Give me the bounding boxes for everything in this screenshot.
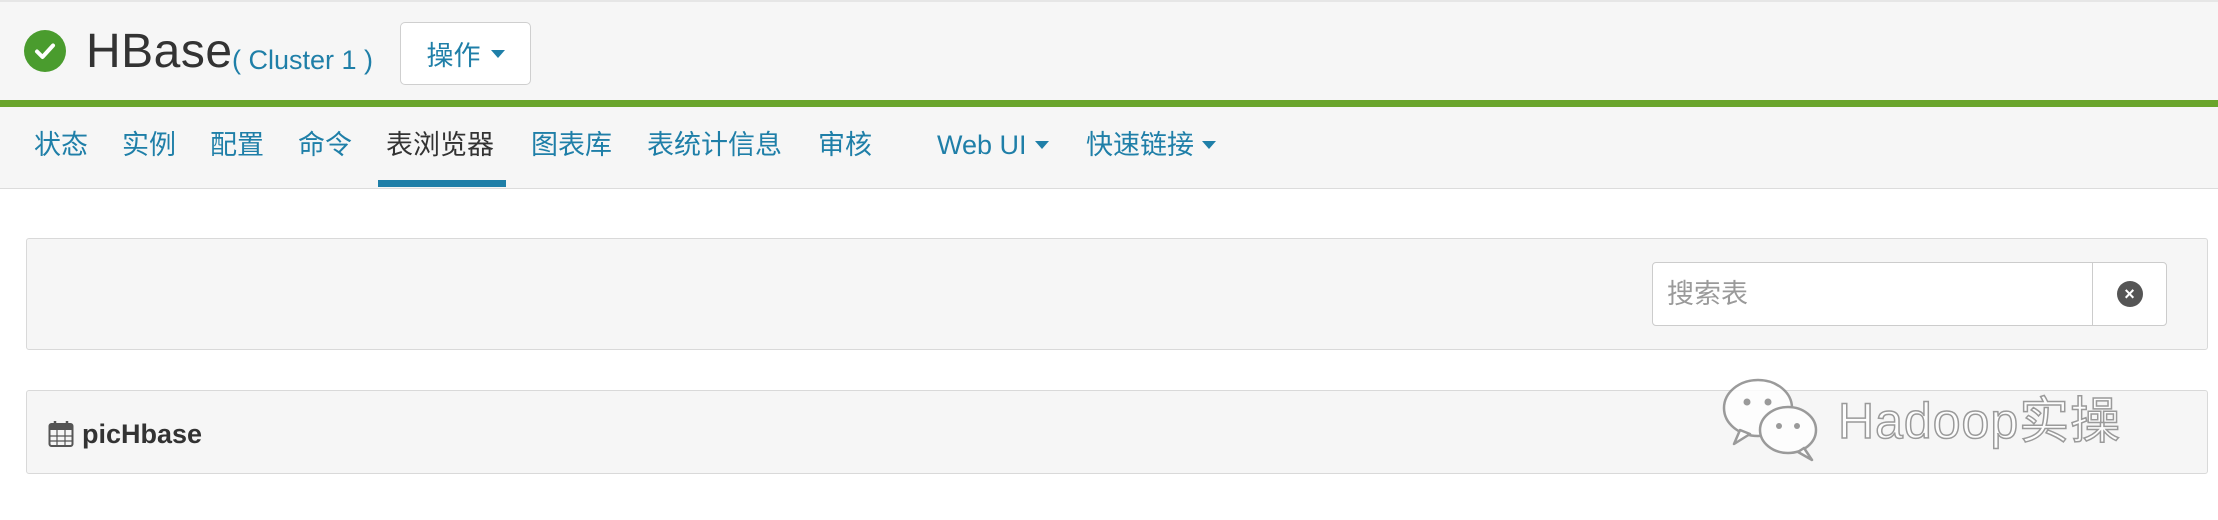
search-input[interactable] (1652, 262, 2093, 326)
check-mark-glyph (35, 43, 55, 59)
tab-status[interactable]: 状态 (34, 107, 88, 189)
tab-instances[interactable]: 实例 (122, 107, 176, 189)
tab-label: 表浏览器 (386, 130, 494, 160)
tab-commands[interactable]: 命令 (298, 107, 352, 189)
tab-chart-library[interactable]: 图表库 (531, 107, 612, 189)
service-title: HBase (86, 25, 233, 78)
table-row[interactable]: picHbase (48, 414, 202, 454)
tab-label: 状态 (34, 130, 88, 160)
service-tab-bar: 状态 实例 配置 命令 表浏览器 图表库 表统计信息 审核 Web UI 快速链… (0, 107, 2218, 189)
chevron-down-icon (1202, 140, 1216, 149)
tab-label: 命令 (298, 130, 352, 160)
actions-button-label: 操作 (426, 41, 481, 71)
tab-label: 快速链接 (1086, 130, 1194, 160)
tab-web-ui[interactable]: Web UI (937, 107, 1049, 189)
watermark: Hadoop实操 (1718, 372, 2121, 462)
tab-quick-links[interactable]: 快速链接 (1086, 107, 1216, 189)
tab-audit[interactable]: 审核 (818, 107, 872, 189)
chevron-down-icon (490, 49, 505, 58)
active-tab-indicator (378, 180, 506, 187)
cluster-link[interactable]: ( Cluster 1 ) (232, 40, 373, 80)
actions-dropdown-button[interactable]: 操作 (400, 22, 531, 85)
tab-table-browser[interactable]: 表浏览器 (386, 107, 494, 189)
tab-configuration[interactable]: 配置 (210, 107, 264, 189)
search-clear-button[interactable]: × (2092, 262, 2167, 326)
tab-label: 图表库 (531, 130, 612, 160)
tab-label: 实例 (122, 130, 176, 160)
tab-table-statistics[interactable]: 表统计信息 (647, 107, 782, 189)
tab-label: 配置 (210, 130, 264, 160)
check-circle-icon (24, 30, 66, 72)
tab-label: 表统计信息 (647, 130, 782, 160)
health-status-bar (0, 100, 2218, 107)
table-name: picHbase (82, 418, 203, 449)
service-header: HBase ( Cluster 1 ) 操作 (0, 0, 2218, 100)
chevron-down-icon (1034, 140, 1049, 149)
tab-label: 审核 (818, 130, 872, 160)
tab-label: Web UI (937, 130, 1027, 160)
wechat-icon (1722, 378, 1818, 462)
calendar-table-icon (48, 420, 74, 448)
clear-circle-icon: × (2116, 281, 2143, 307)
watermark-text: Hadoop实操 (1837, 392, 2122, 450)
